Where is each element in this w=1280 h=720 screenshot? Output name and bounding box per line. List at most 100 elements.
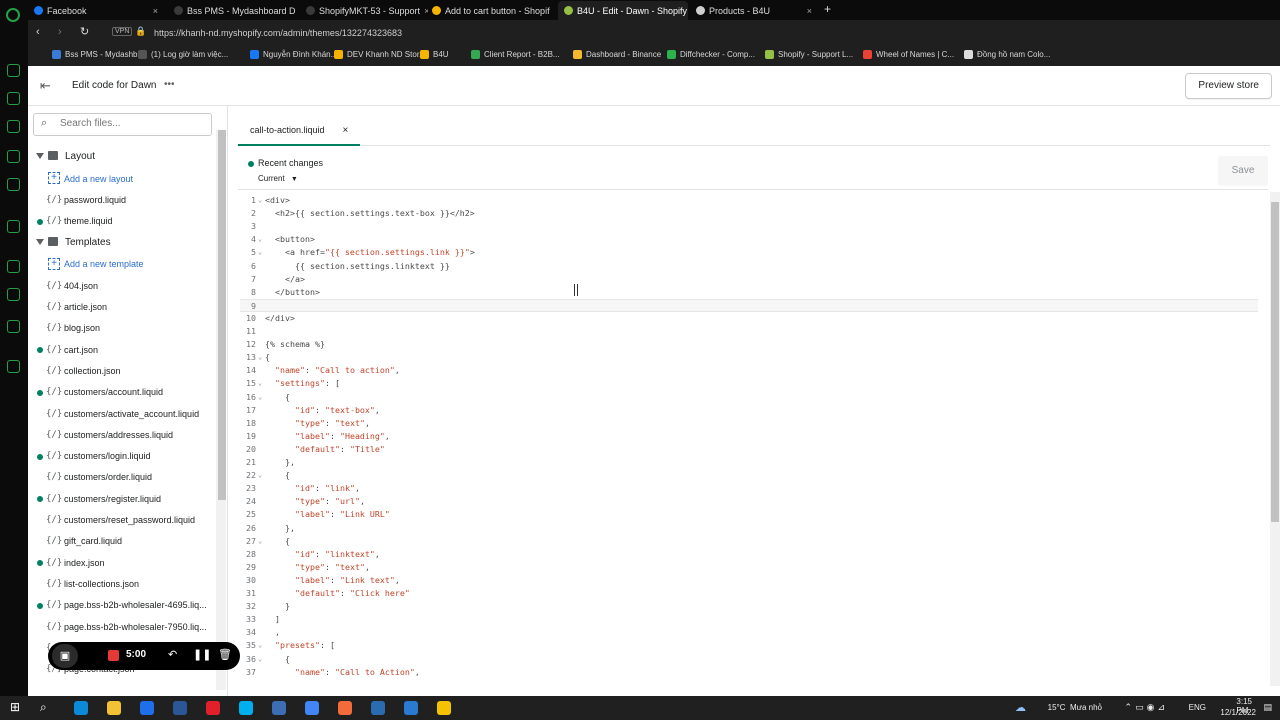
code-line[interactable]: 29 "type": "text",: [240, 561, 1258, 574]
sidebar-app-icon[interactable]: [7, 120, 20, 133]
add-file-link[interactable]: + Add a new layout: [28, 168, 218, 189]
sidebar-app-icon[interactable]: [7, 220, 20, 233]
fold-chevron-icon[interactable]: ⌄: [258, 377, 262, 390]
code-line[interactable]: 13 ⌄{: [240, 351, 1258, 364]
file-item[interactable]: {/} customers/addresses.liquid: [28, 424, 218, 445]
code-line[interactable]: 11: [240, 325, 1258, 338]
close-tab-icon[interactable]: ×: [550, 6, 555, 16]
code-area[interactable]: 1 ⌄ <div> 2 <h2>{{ section.settings.text-bo…: [240, 194, 1258, 684]
code-line[interactable]: 30 "label": "Link text",: [240, 574, 1258, 587]
file-item[interactable]: {/} customers/account.liquid: [28, 382, 218, 403]
file-item[interactable]: {/} customers/order.liquid: [28, 467, 218, 488]
exit-icon[interactable]: ⇤: [40, 78, 51, 94]
version-dropdown[interactable]: Current ▼: [258, 174, 298, 183]
file-item[interactable]: {/} 404.json: [28, 275, 218, 296]
tab-call-to-action[interactable]: call-to-action.liquid ×: [238, 116, 361, 146]
reload-icon[interactable]: ↻: [80, 25, 89, 38]
code-line[interactable]: 8 </button>: [240, 286, 1258, 299]
opera-icon[interactable]: [206, 701, 220, 715]
code-line[interactable]: 7 </a>: [240, 273, 1258, 286]
code-line[interactable]: 5 ⌄ <a href="{{ section.settings.link }}"…: [240, 246, 1258, 259]
preview-store-button[interactable]: Preview store: [1185, 73, 1272, 99]
code-line[interactable]: 14 "name": "Call to action",: [240, 364, 1258, 377]
close-tab-icon[interactable]: ×: [149, 6, 158, 16]
code-line[interactable]: 2 <h2>{{ section.settings.text-box }}</h…: [240, 207, 1258, 220]
sidebar-app-icon[interactable]: [7, 260, 20, 273]
new-tab-icon[interactable]: +: [824, 2, 831, 16]
code-line[interactable]: 22 ⌄ {: [240, 469, 1258, 482]
file-item[interactable]: {/} gift_card.liquid: [28, 531, 218, 552]
file-item[interactable]: {/} article.json: [28, 297, 218, 318]
file-item[interactable]: {/} password.liquid: [28, 189, 218, 210]
file-item[interactable]: {/} page.bss-b2b-wholesaler-7950.liq...: [28, 616, 218, 637]
fold-chevron-icon[interactable]: ⌄: [258, 351, 262, 364]
skype-icon[interactable]: [239, 701, 253, 715]
code-line[interactable]: 33 ]: [240, 613, 1258, 626]
fold-chevron-icon[interactable]: ⌄: [258, 391, 262, 404]
fold-chevron-icon[interactable]: ⌄: [258, 246, 262, 259]
sidebar-app-icon[interactable]: [7, 64, 20, 77]
fold-chevron-icon[interactable]: ⌄: [258, 469, 262, 482]
file-item[interactable]: {/} customers/activate_account.liquid: [28, 403, 218, 424]
chrome-icon[interactable]: [305, 701, 319, 715]
sidebar-app-icon[interactable]: [7, 92, 20, 105]
postman-icon[interactable]: [338, 701, 352, 715]
file-item[interactable]: {/} customers/register.liquid: [28, 488, 218, 509]
browser-tab[interactable]: ShopifyMKT-53 - Support ×: [300, 1, 428, 20]
notifications-icon[interactable]: ▤: [1263, 702, 1272, 713]
folder-templates[interactable]: Templates: [28, 232, 218, 253]
file-item[interactable]: {/} customers/reset_password.liquid: [28, 510, 218, 531]
add-file-link[interactable]: + Add a new template: [28, 254, 218, 275]
tray-icons[interactable]: ⌃▭◉⊿: [1125, 702, 1168, 713]
app-icon[interactable]: [371, 701, 385, 715]
code-line[interactable]: 35 ⌄ "presets": [: [240, 639, 1258, 652]
bookmark-item[interactable]: B4U: [420, 50, 449, 59]
sidebar-app-icon[interactable]: [7, 288, 20, 301]
windows-start-icon[interactable]: ⊞: [10, 700, 20, 714]
browser-tab[interactable]: Products - B4U ×: [690, 1, 818, 20]
code-line[interactable]: 9: [240, 298, 1258, 312]
code-line[interactable]: 20 "default": "Title": [240, 443, 1258, 456]
opera-logo-icon[interactable]: [6, 8, 20, 22]
code-line[interactable]: 16 ⌄ {: [240, 391, 1258, 404]
code-line[interactable]: 26 },: [240, 522, 1258, 535]
undo-icon[interactable]: ↶: [168, 648, 177, 661]
file-item[interactable]: {/} page.bss-b2b-wholesaler-4695.liq...: [28, 595, 218, 616]
code-line[interactable]: 27 ⌄ {: [240, 535, 1258, 548]
code-line[interactable]: 4 ⌄ <button>: [240, 233, 1258, 246]
vscode-icon[interactable]: [404, 701, 418, 715]
search-icon[interactable]: ⌕: [40, 700, 47, 715]
clock-date[interactable]: 12/1/2022: [1220, 708, 1256, 717]
fold-chevron-icon[interactable]: ⌄: [258, 639, 262, 652]
code-line[interactable]: 25 "label": "Link URL": [240, 508, 1258, 521]
browser-tab[interactable]: B4U - Edit - Dawn - Shopify×: [558, 1, 688, 20]
sidebar-app-icon[interactable]: [7, 178, 20, 191]
close-tab-icon[interactable]: ×: [803, 6, 812, 16]
sidebar-scroll-thumb[interactable]: [218, 130, 226, 500]
stop-record-button[interactable]: [108, 650, 119, 661]
sidebar-app-icon[interactable]: [7, 150, 20, 163]
fold-chevron-icon[interactable]: ⌄: [258, 535, 262, 548]
pause-icon[interactable]: ❚❚: [193, 648, 211, 661]
notes-icon[interactable]: [437, 701, 451, 715]
code-line[interactable]: 32 }: [240, 600, 1258, 613]
code-line[interactable]: 34 ,: [240, 626, 1258, 639]
weather-text[interactable]: 15°C Mưa nhỏ: [1048, 703, 1102, 712]
bookmark-item[interactable]: Client Report - B2B...: [471, 50, 560, 59]
browser-tab[interactable]: Facebook ×: [28, 1, 164, 20]
word-icon[interactable]: [173, 701, 187, 715]
delete-icon[interactable]: 🗑: [218, 648, 232, 661]
code-line[interactable]: 18 "type": "text",: [240, 417, 1258, 430]
fold-chevron-icon[interactable]: ⌄: [258, 194, 262, 207]
bookmark-item[interactable]: Wheel of Names | C...: [863, 50, 954, 59]
bookmark-item[interactable]: DEV Khanh ND Stor...: [334, 50, 426, 59]
close-tab-icon[interactable]: ×: [687, 6, 688, 16]
weather-icon[interactable]: ☁: [1015, 701, 1026, 714]
file-item[interactable]: {/} collection.json: [28, 360, 218, 381]
bookmark-item[interactable]: Nguyễn Đình Khán...: [250, 50, 337, 59]
file-item[interactable]: {/} index.json: [28, 552, 218, 573]
code-line[interactable]: 15 ⌄ "settings": [: [240, 377, 1258, 390]
camera-icon[interactable]: ▣: [52, 644, 78, 668]
browser-tab[interactable]: Add to cart button - Shopif×: [426, 1, 554, 20]
bookmark-item[interactable]: Diffchecker - Comp...: [667, 50, 755, 59]
